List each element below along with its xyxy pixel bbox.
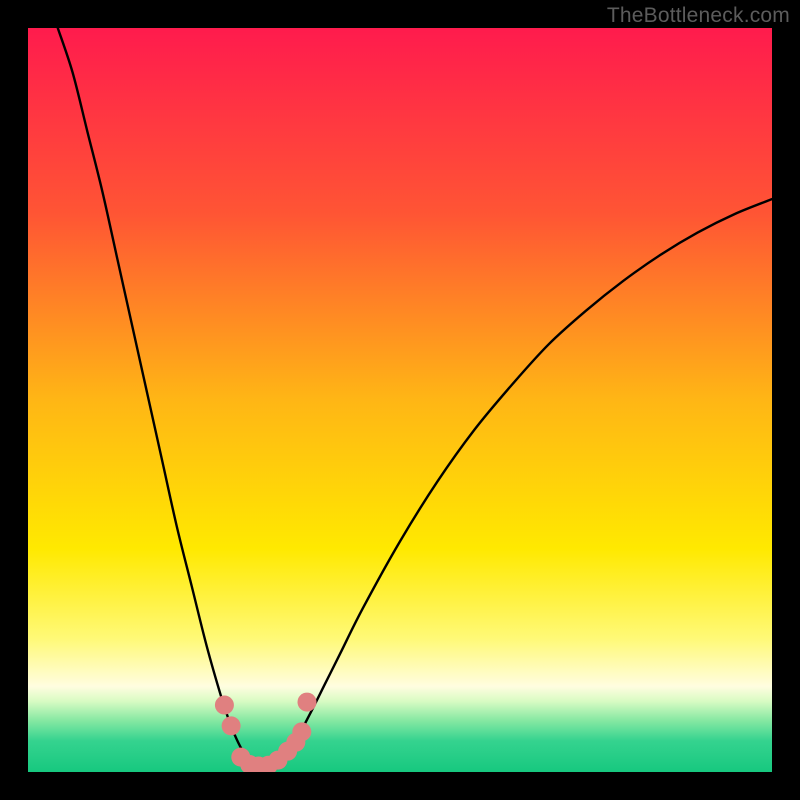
chart-plot-area <box>28 28 772 772</box>
data-marker <box>298 693 317 712</box>
gradient-background <box>28 28 772 772</box>
data-marker <box>215 696 234 715</box>
chart-svg <box>28 28 772 772</box>
chart-frame: TheBottleneck.com <box>0 0 800 800</box>
data-marker <box>292 722 311 741</box>
data-marker <box>222 716 241 735</box>
watermark-text: TheBottleneck.com <box>607 4 790 28</box>
